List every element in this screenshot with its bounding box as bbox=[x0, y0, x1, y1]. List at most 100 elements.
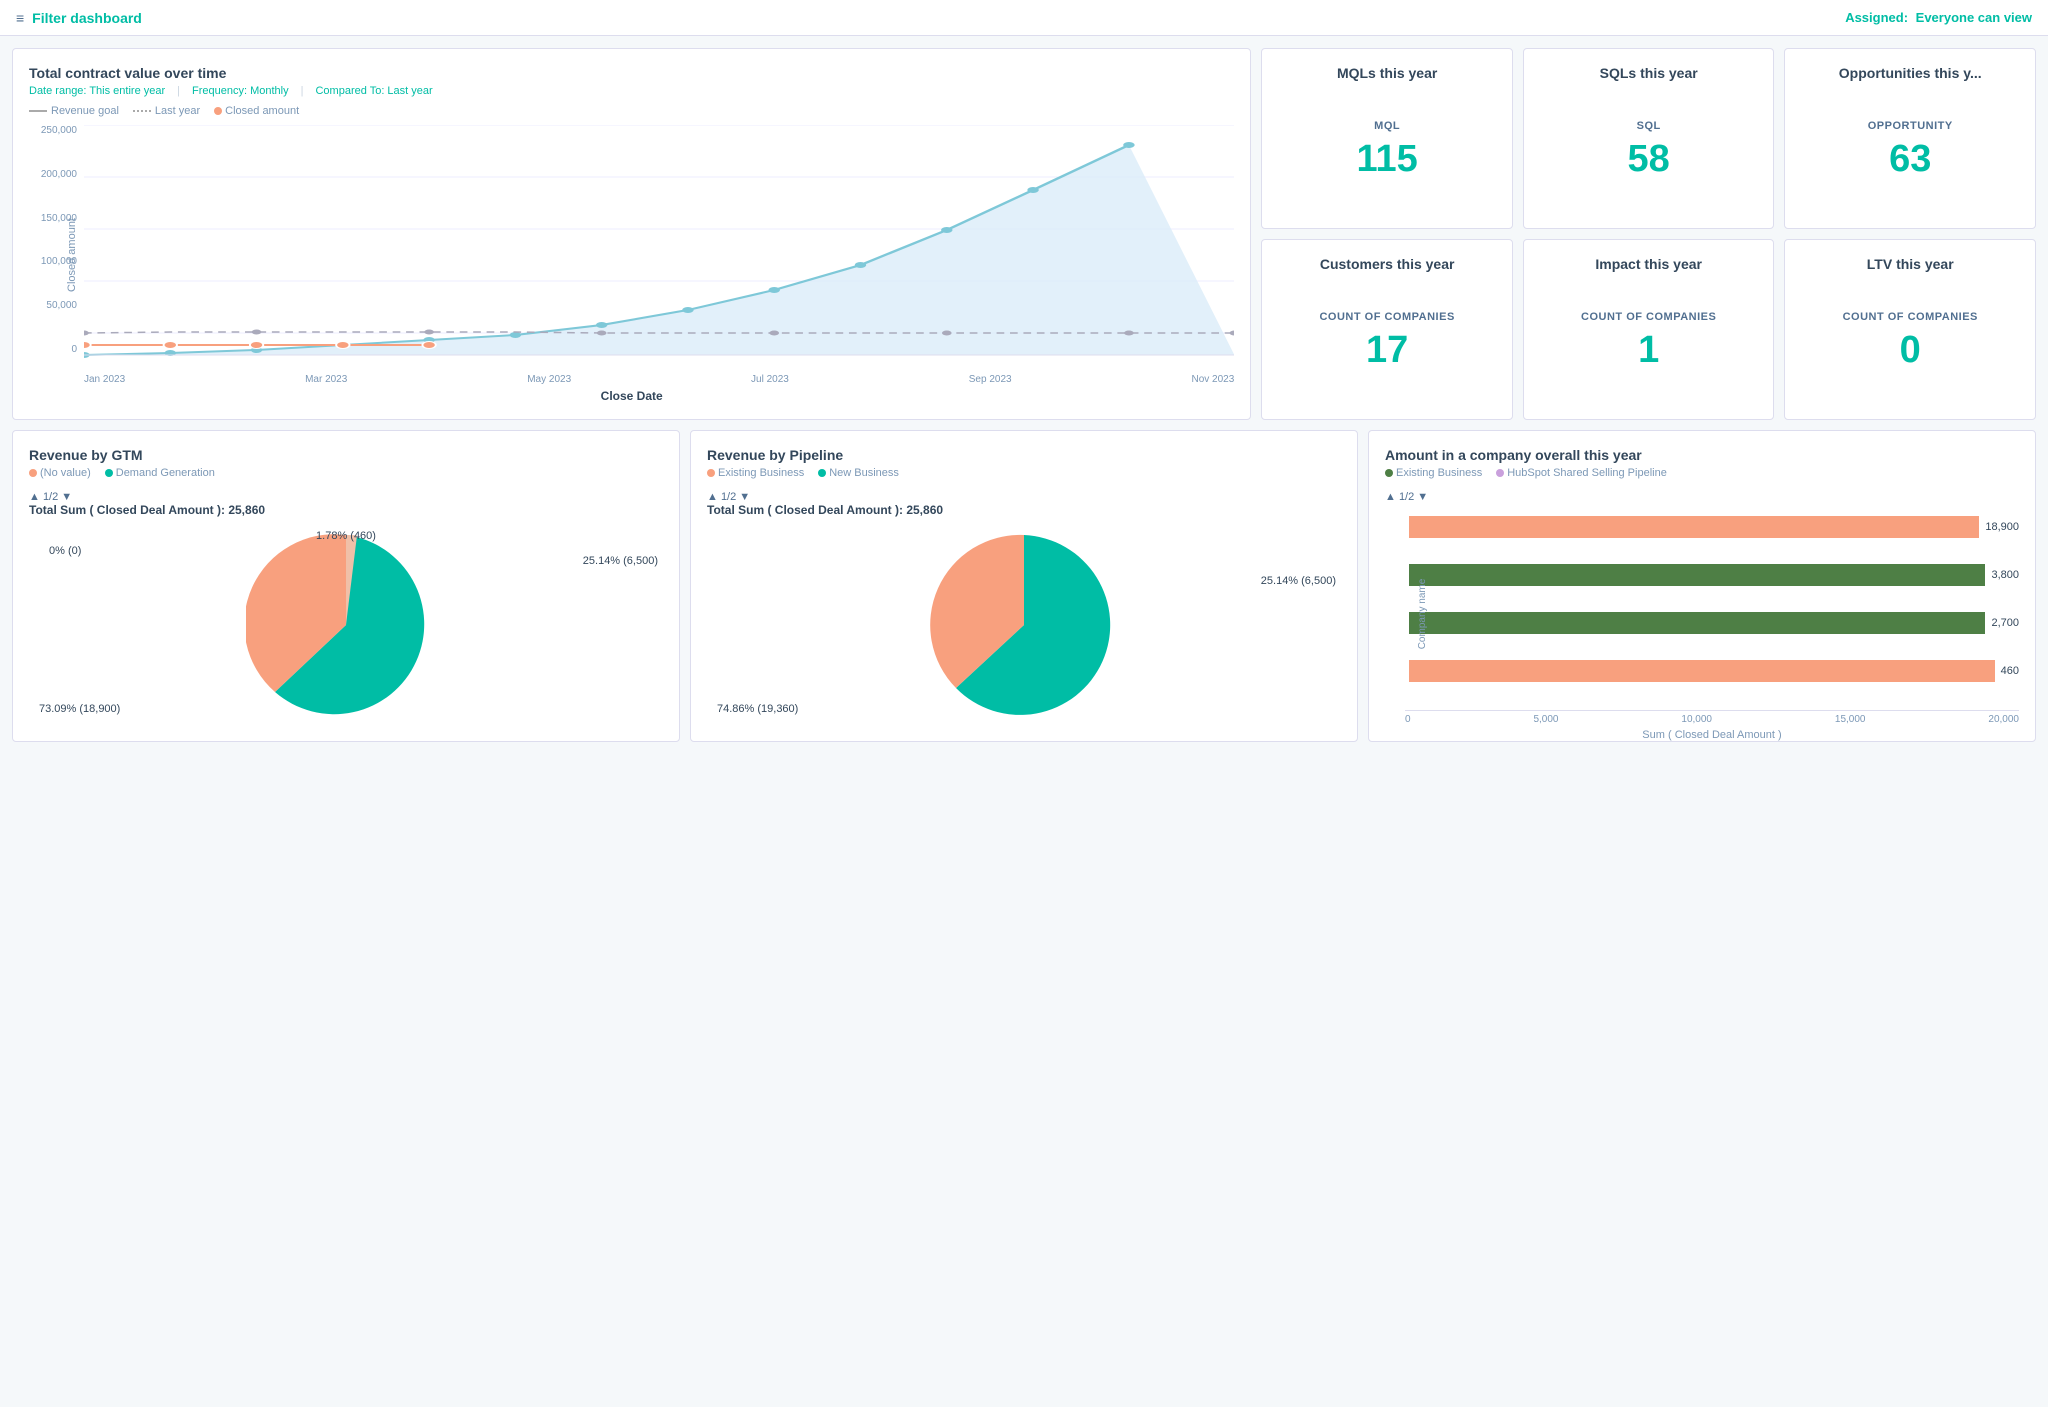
metric-grid: MQLs this year MQL 115 SQLs this year SQ… bbox=[1261, 48, 2036, 420]
x-tick-bar-3: 15,000 bbox=[1835, 714, 1866, 725]
legend-existing-biz2-label: Existing Business bbox=[1396, 467, 1482, 479]
bar-y-label: Company name bbox=[1417, 579, 1428, 650]
dashboard: Total contract value over time Date rang… bbox=[0, 36, 2048, 754]
revenue-pipeline-card: Revenue by Pipeline Existing Business Ne… bbox=[690, 430, 1358, 742]
legend-revenue-goal: Revenue goal bbox=[29, 105, 119, 117]
ltv-title: LTV this year bbox=[1867, 256, 1954, 272]
bar-label-4: 460 bbox=[2001, 665, 2019, 677]
line-chart-svg bbox=[84, 125, 1234, 385]
total-contract-meta: Date range: This entire year | Frequency… bbox=[29, 85, 1234, 97]
bar-chart-area: Company name 18,900 3,800 2 bbox=[1385, 503, 2019, 725]
y-tick-1: 200,000 bbox=[41, 169, 77, 180]
customers-value: 17 bbox=[1366, 331, 1408, 369]
pipeline-label-teal: 74.86% (19,360) bbox=[717, 703, 798, 715]
top-bar: ≡ Filter dashboard Assigned: Everyone ca… bbox=[0, 0, 2048, 36]
line-chart-area: Closed amount bbox=[29, 125, 1234, 385]
customers-title: Customers this year bbox=[1320, 256, 1455, 272]
pie-label-zero: 0% (0) bbox=[49, 545, 81, 557]
legend-last-year: Last year bbox=[133, 105, 200, 117]
bottom-row: Revenue by GTM (No value) Demand Generat… bbox=[12, 430, 2036, 742]
customers-card: Customers this year COUNT OF COMPANIES 1… bbox=[1261, 239, 1513, 420]
impact-value: 1 bbox=[1638, 331, 1659, 369]
bar-x-ticks: 0 5,000 10,000 15,000 20,000 bbox=[1405, 710, 2019, 725]
y-axis-ticks: 250,000 200,000 150,000 100,000 50,000 0 bbox=[29, 125, 81, 355]
line-chart-legend: Revenue goal Last year Closed amount bbox=[29, 105, 1234, 117]
legend-demand-gen: Demand Generation bbox=[105, 467, 215, 479]
revenue-gtm-card: Revenue by GTM (No value) Demand Generat… bbox=[12, 430, 680, 742]
x-axis-label: Close Date bbox=[29, 389, 1234, 403]
date-range: Date range: This entire year bbox=[29, 85, 165, 97]
bar-label-3: 2,700 bbox=[1991, 617, 2019, 629]
revenue-pipeline-pie-svg bbox=[924, 525, 1124, 725]
bar-row-4: 460 bbox=[1409, 660, 2019, 682]
mqls-value: 115 bbox=[1356, 140, 1417, 178]
x-tick-4: Sep 2023 bbox=[969, 374, 1012, 385]
bar-2 bbox=[1409, 564, 1985, 586]
amount-company-card: Amount in a company overall this year Ex… bbox=[1368, 430, 2036, 742]
sqls-card: SQLs this year SQL 58 bbox=[1523, 48, 1775, 229]
total-contract-card: Total contract value over time Date rang… bbox=[12, 48, 1251, 420]
legend-hubspot-pipeline: HubSpot Shared Selling Pipeline bbox=[1496, 467, 1667, 479]
x-tick-bar-2: 10,000 bbox=[1681, 714, 1712, 725]
revenue-pipeline-summary: Total Sum ( Closed Deal Amount ): 25,860 bbox=[707, 503, 1341, 517]
legend-new-biz: New Business bbox=[818, 467, 899, 479]
legend-revenue-goal-label: Revenue goal bbox=[51, 105, 119, 117]
opportunities-value: 63 bbox=[1889, 140, 1931, 178]
pipeline-label-salmon: 25.14% (6,500) bbox=[1261, 575, 1336, 587]
bar-rows: 18,900 3,800 2,700 460 bbox=[1405, 503, 2019, 695]
y-tick-2: 150,000 bbox=[41, 213, 77, 224]
opportunities-label: OPPORTUNITY bbox=[1868, 120, 1953, 132]
compared-to: Compared To: Last year bbox=[315, 85, 432, 97]
top-row: Total contract value over time Date rang… bbox=[12, 48, 2036, 420]
legend-demand-gen-label: Demand Generation bbox=[116, 467, 215, 479]
legend-existing-biz2: Existing Business bbox=[1385, 467, 1482, 479]
y-tick-5: 0 bbox=[71, 344, 77, 355]
legend-new-biz-label: New Business bbox=[829, 467, 899, 479]
mqls-title: MQLs this year bbox=[1337, 65, 1437, 81]
ltv-card: LTV this year COUNT OF COMPANIES 0 bbox=[1784, 239, 2036, 420]
x-tick-5: Nov 2023 bbox=[1192, 374, 1235, 385]
bar-row-1: 18,900 bbox=[1409, 516, 2019, 538]
amount-company-pagination[interactable]: ▲ 1/2 ▼ bbox=[1385, 491, 2019, 503]
assigned-value[interactable]: Everyone can view bbox=[1916, 10, 2032, 25]
bar-row-3: 2,700 bbox=[1409, 612, 2019, 634]
impact-label: COUNT OF COMPANIES bbox=[1581, 311, 1716, 323]
mqls-label: MQL bbox=[1374, 120, 1400, 132]
bar-label-1: 18,900 bbox=[1985, 521, 2019, 533]
pie-label-salmon: 25.14% (6,500) bbox=[583, 555, 658, 567]
x-tick-bar-0: 0 bbox=[1405, 714, 1411, 725]
bar-1 bbox=[1409, 516, 1979, 538]
x-tick-3: Jul 2023 bbox=[751, 374, 789, 385]
filter-icon: ≡ bbox=[16, 10, 24, 26]
opportunities-card: Opportunities this y... OPPORTUNITY 63 bbox=[1784, 48, 2036, 229]
dashboard-title: Filter dashboard bbox=[32, 10, 142, 26]
y-tick-4: 50,000 bbox=[46, 300, 77, 311]
bar-x-label: Sum ( Closed Deal Amount ) bbox=[1405, 729, 2019, 741]
revenue-gtm-summary: Total Sum ( Closed Deal Amount ): 25,860 bbox=[29, 503, 663, 517]
sqls-title: SQLs this year bbox=[1600, 65, 1698, 81]
x-tick-2: May 2023 bbox=[527, 374, 571, 385]
bar-3 bbox=[1409, 612, 1985, 634]
x-tick-0: Jan 2023 bbox=[84, 374, 125, 385]
revenue-gtm-pie-area: 73.09% (18,900) 25.14% (6,500) 1.78% (46… bbox=[29, 525, 663, 725]
revenue-pipeline-pie-area: 74.86% (19,360) 25.14% (6,500) bbox=[707, 525, 1341, 725]
legend-closed-amount: Closed amount bbox=[214, 105, 299, 117]
customers-label: COUNT OF COMPANIES bbox=[1319, 311, 1454, 323]
pie-label-teal: 73.09% (18,900) bbox=[39, 703, 120, 715]
revenue-gtm-title: Revenue by GTM bbox=[29, 447, 663, 463]
impact-title: Impact this year bbox=[1595, 256, 1702, 272]
legend-last-year-label: Last year bbox=[155, 105, 200, 117]
legend-existing-biz-label: Existing Business bbox=[718, 467, 804, 479]
total-contract-title: Total contract value over time bbox=[29, 65, 1234, 81]
revenue-gtm-pagination[interactable]: ▲ 1/2 ▼ bbox=[29, 491, 663, 503]
revenue-gtm-legend: (No value) Demand Generation bbox=[29, 467, 663, 479]
legend-no-value: (No value) bbox=[29, 467, 91, 479]
revenue-pipeline-pagination[interactable]: ▲ 1/2 ▼ bbox=[707, 491, 1341, 503]
ltv-label: COUNT OF COMPANIES bbox=[1843, 311, 1978, 323]
bar-row-2: 3,800 bbox=[1409, 564, 2019, 586]
x-tick-bar-1: 5,000 bbox=[1533, 714, 1558, 725]
amount-company-legend: Existing Business HubSpot Shared Selling… bbox=[1385, 467, 2019, 479]
top-bar-left: ≡ Filter dashboard bbox=[16, 10, 142, 26]
sqls-value: 58 bbox=[1628, 140, 1670, 178]
opportunities-title: Opportunities this y... bbox=[1839, 65, 1982, 81]
